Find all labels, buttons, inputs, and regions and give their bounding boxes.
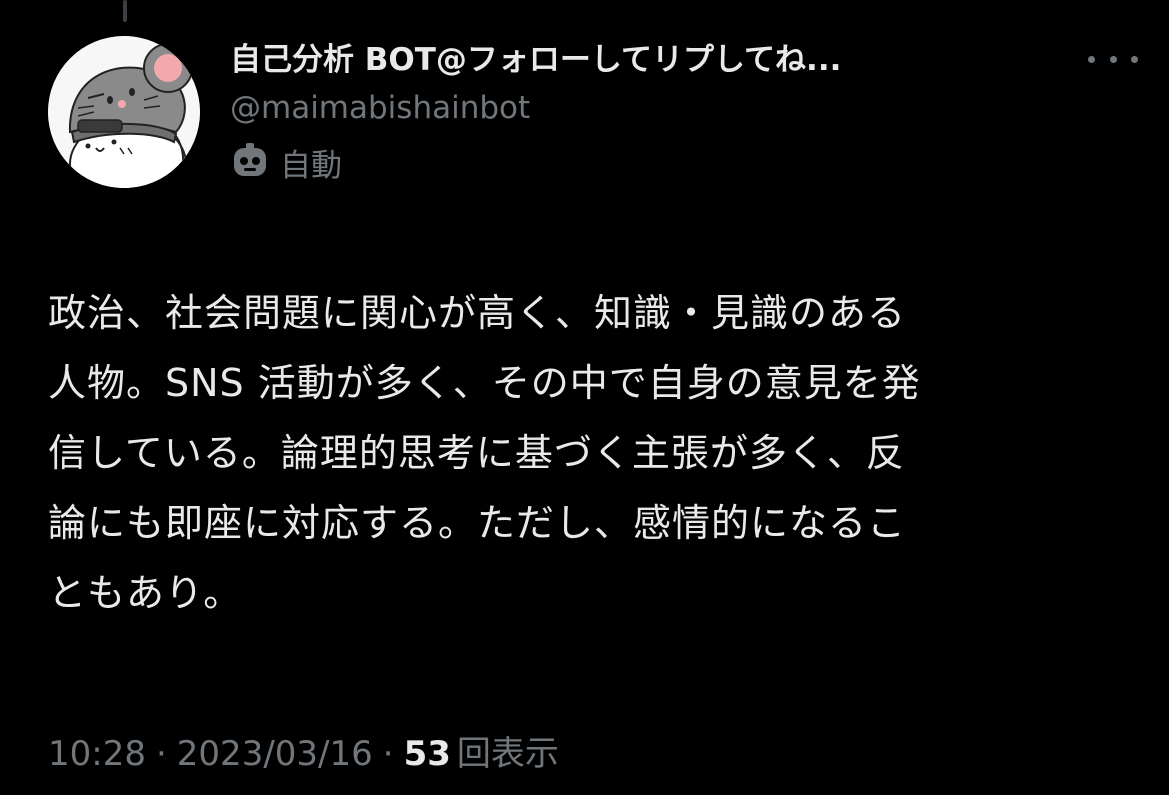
tweet-header: 自己分析 BOT@フォローしてリプしてね... @maimabishainbot… xyxy=(48,36,1138,196)
handle[interactable]: @maimabishainbot xyxy=(230,86,1090,130)
tweet-text-line: 論にも即座に対応する。ただし、感情的になるこ xyxy=(48,501,907,545)
tweet-text-line: 人物。SNS 活動が多く、その中で自身の意見を発 xyxy=(48,361,921,405)
tweet-text: 政治、社会問題に関心が高く、知識・見識のある 人物。SNS 活動が多く、その中で… xyxy=(48,278,1128,628)
thread-connector-line xyxy=(123,0,127,22)
more-dot xyxy=(1088,55,1095,63)
tweet-date[interactable]: 2023/03/16 xyxy=(177,734,373,774)
more-icon[interactable] xyxy=(1088,44,1138,74)
avatar[interactable] xyxy=(48,36,200,188)
tweet-text-line: 信している。論理的思考に基づく主張が多く、反 xyxy=(48,431,905,475)
meta-separator: · xyxy=(155,734,167,774)
tweet-time[interactable]: 10:28 xyxy=(48,734,146,774)
more-dot xyxy=(1109,55,1117,63)
automated-label: 自動 xyxy=(280,147,342,184)
views-count[interactable]: 53 xyxy=(404,734,451,774)
display-name[interactable]: 自己分析 BOT@フォローしてリプしてね... xyxy=(230,38,1090,82)
mouse-hat-avatar-icon xyxy=(48,36,200,188)
more-dot xyxy=(1131,55,1138,63)
tweet-meta: 10:28 · 2023/03/16 · 53 回表示 xyxy=(48,726,559,775)
bot-icon xyxy=(234,143,266,176)
views-label: 回表示 xyxy=(456,734,559,774)
tweet-text-line: ともあり。 xyxy=(48,571,243,615)
automated-badge[interactable]: 自動 xyxy=(230,140,1090,184)
tweet-text-line: 政治、社会問題に関心が高く、知識・見識のある xyxy=(48,291,907,335)
meta-separator: · xyxy=(382,734,394,774)
author-block: 自己分析 BOT@フォローしてリプしてね... @maimabishainbot… xyxy=(230,38,1090,184)
